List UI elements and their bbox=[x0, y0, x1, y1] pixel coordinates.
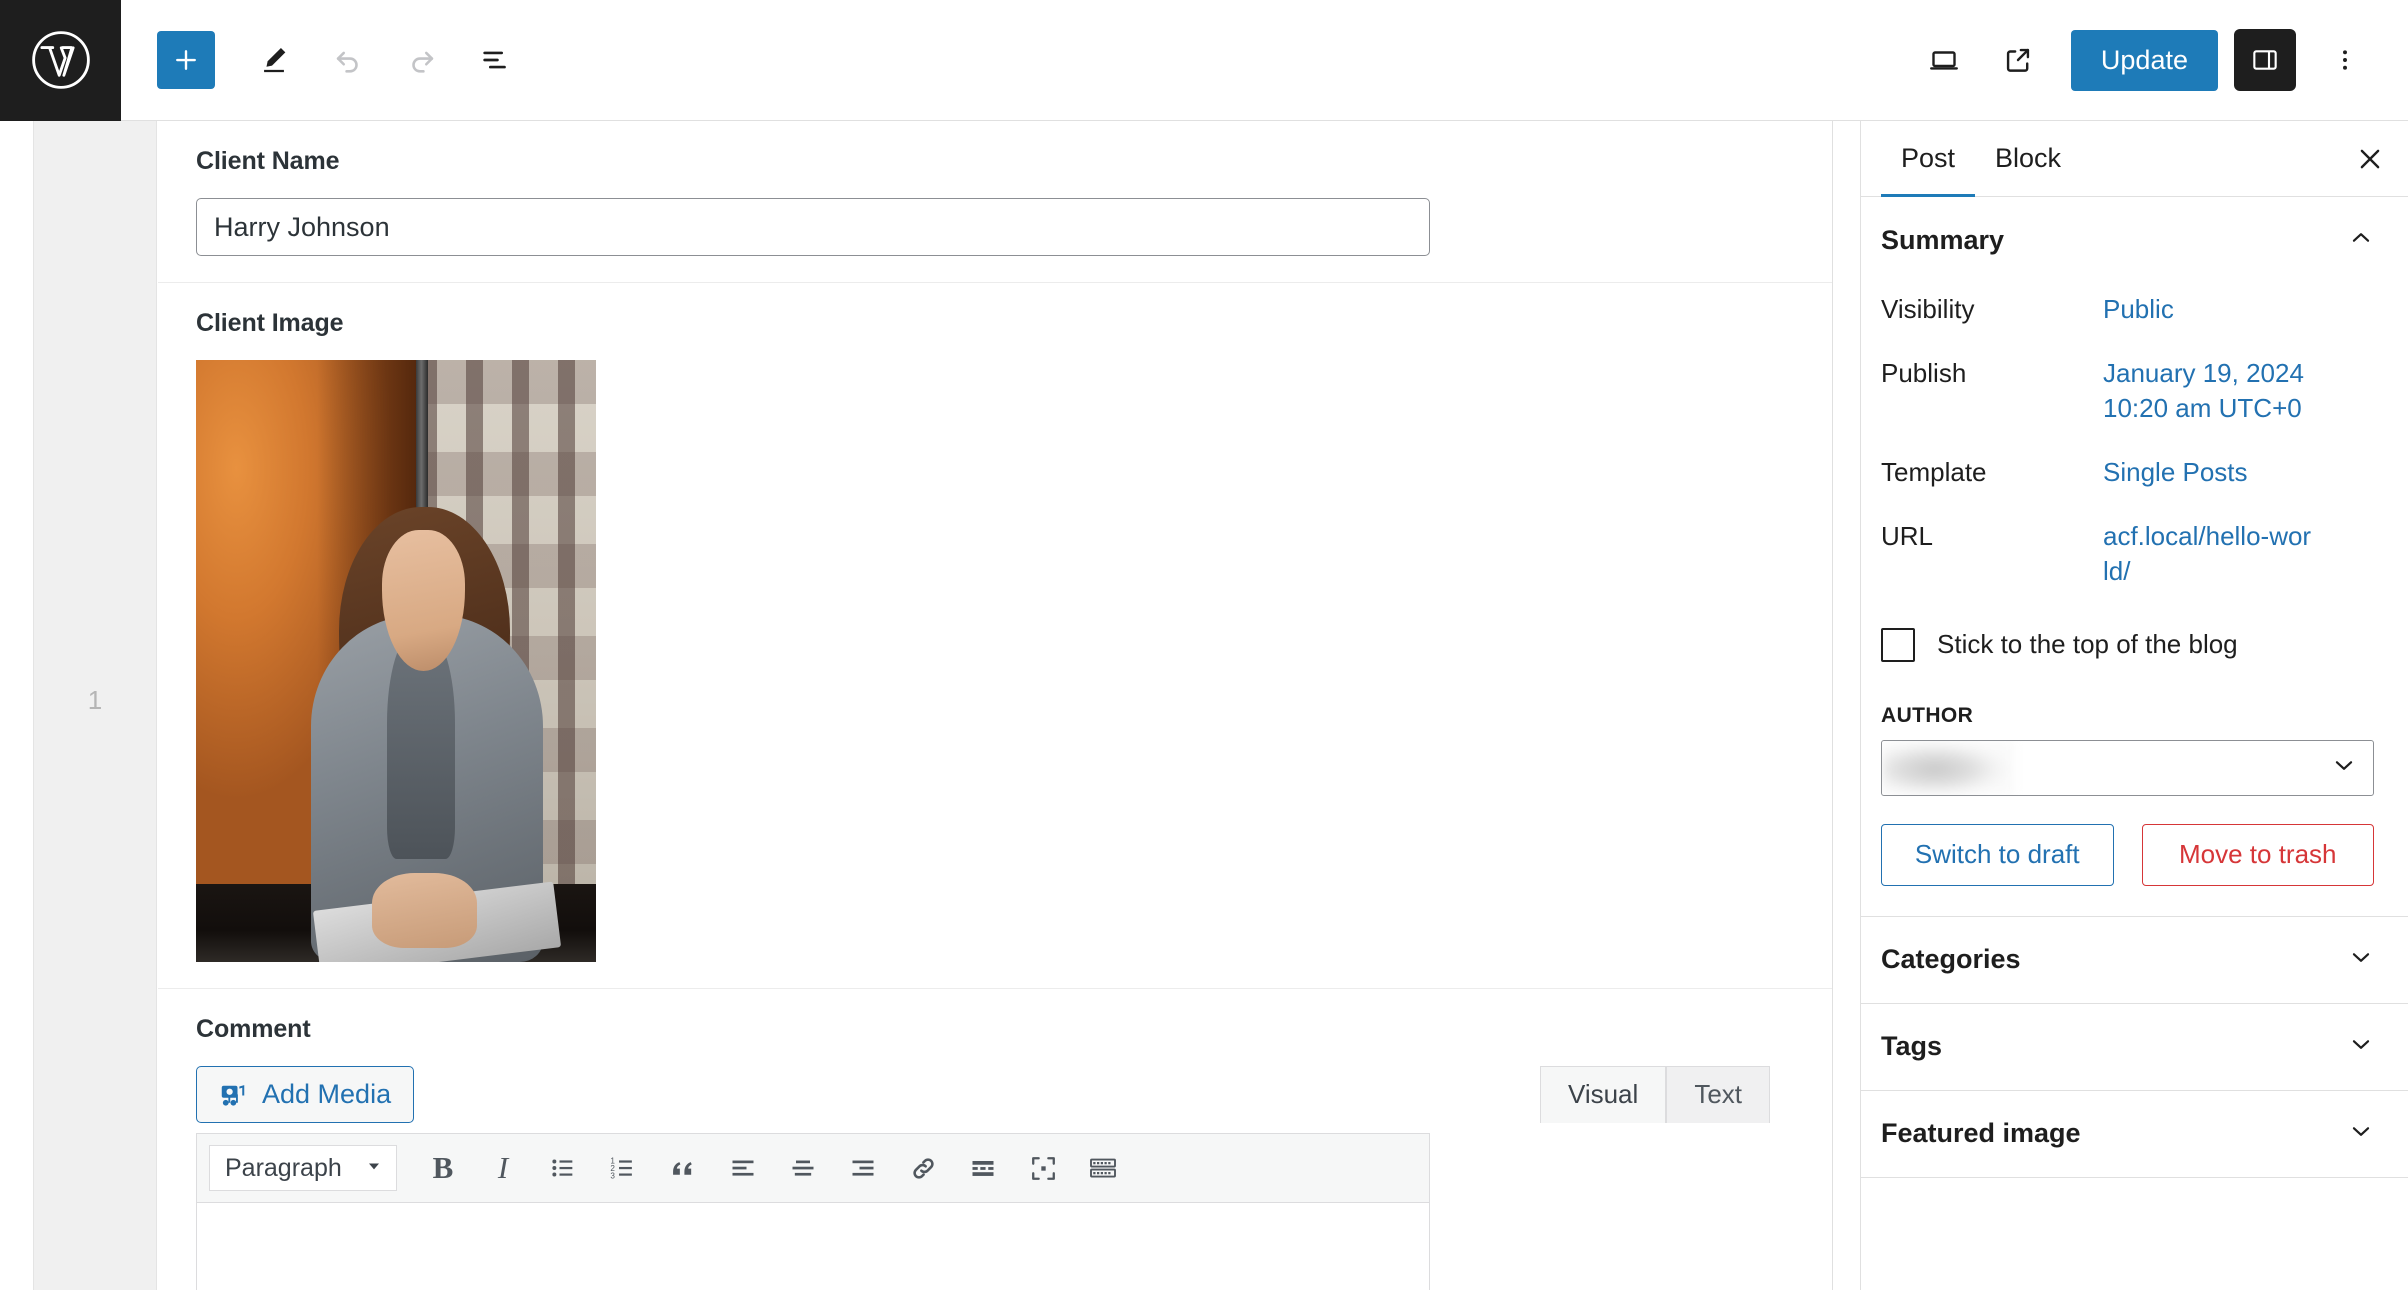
panel-summary-header[interactable]: Summary bbox=[1861, 197, 2408, 283]
add-media-button[interactable]: Add Media bbox=[196, 1066, 415, 1123]
panel-tags-title: Tags bbox=[1881, 1031, 1943, 1062]
template-value[interactable]: Single Posts bbox=[2103, 455, 2248, 490]
block-number: 1 bbox=[33, 121, 157, 1290]
chevron-down-icon bbox=[2331, 752, 2357, 783]
move-to-trash-button[interactable]: Move to trash bbox=[2141, 823, 2374, 886]
client-name-label: Client Name bbox=[196, 147, 340, 175]
visibility-label: Visibility bbox=[1881, 294, 1975, 324]
external-link-icon[interactable] bbox=[1981, 23, 2055, 97]
panel-categories: Categories bbox=[1861, 917, 2408, 1004]
blockquote-button[interactable] bbox=[655, 1143, 711, 1193]
visibility-value[interactable]: Public bbox=[2103, 292, 2174, 327]
bold-button[interactable]: B bbox=[415, 1143, 471, 1193]
tab-text[interactable]: Text bbox=[1666, 1065, 1770, 1123]
panel-tags-header[interactable]: Tags bbox=[1861, 1004, 2408, 1090]
insert-link-button[interactable] bbox=[895, 1143, 951, 1193]
desktop-preview-icon[interactable] bbox=[1907, 23, 1981, 97]
summary-row-url: URL acf.local/hello-world/ bbox=[1881, 510, 2374, 609]
top-bar-left-tools bbox=[121, 23, 533, 97]
author-select[interactable] bbox=[1881, 739, 2374, 796]
editor-canvas: 1 Client Name Client Image bbox=[0, 121, 1832, 1290]
panel-categories-header[interactable]: Categories bbox=[1861, 917, 2408, 1003]
url-value[interactable]: acf.local/hello-world/ bbox=[2103, 519, 2313, 589]
panel-tags: Tags bbox=[1861, 1004, 2408, 1091]
redo-arrow-icon[interactable] bbox=[385, 23, 459, 97]
italic-button[interactable]: I bbox=[475, 1143, 531, 1193]
post-action-buttons: Switch to draft Move to trash bbox=[1881, 823, 2374, 886]
chevron-down-icon bbox=[2348, 1031, 2374, 1062]
sidebar-tabs: Post Block bbox=[1861, 121, 2408, 197]
tools-pencil-icon[interactable] bbox=[237, 23, 311, 97]
keyboard-icon[interactable] bbox=[1075, 1143, 1131, 1193]
chevron-up-icon bbox=[2348, 225, 2374, 256]
post-settings-sidebar: Post Block Summary Visibility Public Pub… bbox=[1860, 121, 2408, 1290]
tab-visual[interactable]: Visual bbox=[1539, 1065, 1667, 1123]
tab-block[interactable]: Block bbox=[1975, 122, 2081, 197]
field-comment: Comment Add Media Visual Text Paragraph … bbox=[158, 989, 1832, 1290]
align-center-button[interactable] bbox=[775, 1143, 831, 1193]
add-block-button[interactable] bbox=[157, 31, 215, 89]
panel-featured-image-title: Featured image bbox=[1881, 1118, 2081, 1149]
sticky-post-row: Stick to the top of the blog bbox=[1881, 610, 2374, 676]
wordpress-block-editor: Update 1 Client Name Harry Johnson Clien… bbox=[0, 0, 2408, 1290]
align-right-button[interactable] bbox=[835, 1143, 891, 1193]
tab-post[interactable]: Post bbox=[1881, 122, 1976, 197]
editor-mode-tabs: Visual Text bbox=[1539, 1065, 1770, 1123]
three-dots-vertical-icon[interactable] bbox=[2308, 23, 2382, 97]
panel-summary-title: Summary bbox=[1881, 224, 2005, 255]
tinymce-toolbar: Paragraph B I 1 2 3 bbox=[197, 1134, 1429, 1202]
add-media-icon bbox=[219, 1080, 249, 1110]
top-bar-right-tools: Update bbox=[1907, 23, 2408, 97]
canvas-right-rail bbox=[1832, 121, 1860, 1290]
switch-to-draft-button[interactable]: Switch to draft bbox=[1881, 823, 2114, 886]
svg-text:3: 3 bbox=[610, 1171, 615, 1180]
comment-label: Comment bbox=[196, 1015, 311, 1043]
add-media-label: Add Media bbox=[262, 1079, 392, 1109]
block-number-label: 1 bbox=[87, 685, 103, 715]
template-label: Template bbox=[1881, 457, 1987, 488]
publish-label: Publish bbox=[1881, 358, 1967, 389]
client-image-thumbnail[interactable] bbox=[196, 360, 596, 962]
read-more-button[interactable] bbox=[955, 1143, 1011, 1193]
author-label: AUTHOR bbox=[1881, 703, 1974, 727]
panel-summary-body: Visibility Public Publish January 19, 20… bbox=[1861, 283, 2408, 916]
client-name-input[interactable] bbox=[196, 198, 1430, 256]
panel-summary: Summary Visibility Public Publish Januar… bbox=[1861, 197, 2408, 917]
wordpress-logo-icon[interactable] bbox=[0, 0, 121, 121]
field-client-name: Client Name bbox=[158, 121, 1832, 283]
acf-fields-column: Client Name Client Image bbox=[158, 121, 1832, 1290]
document-outline-icon[interactable] bbox=[459, 23, 533, 97]
editor-top-bar: Update bbox=[0, 0, 2408, 121]
summary-row-visibility: Visibility Public bbox=[1881, 283, 2374, 347]
bulleted-list-button[interactable] bbox=[535, 1143, 591, 1193]
close-x-icon[interactable] bbox=[2332, 121, 2408, 196]
sidebar-panel-icon[interactable] bbox=[2234, 29, 2296, 91]
sticky-label: Stick to the top of the blog bbox=[1937, 629, 2238, 660]
client-image-label: Client Image bbox=[196, 309, 344, 337]
format-select-value: Paragraph bbox=[225, 1153, 342, 1182]
align-left-button[interactable] bbox=[715, 1143, 771, 1193]
chevron-down-icon bbox=[2348, 1118, 2374, 1149]
sticky-checkbox[interactable] bbox=[1881, 627, 1915, 662]
summary-row-publish: Publish January 19, 2024 10:20 am UTC+0 bbox=[1881, 347, 2374, 446]
field-client-image: Client Image bbox=[158, 283, 1832, 989]
undo-arrow-icon[interactable] bbox=[311, 23, 385, 97]
numbered-list-button[interactable]: 1 2 3 bbox=[595, 1143, 651, 1193]
update-button[interactable]: Update bbox=[2070, 29, 2218, 91]
url-label: URL bbox=[1881, 521, 1934, 552]
comment-editor-body[interactable] bbox=[197, 1202, 1429, 1290]
author-value-redacted bbox=[1882, 740, 2014, 795]
format-select[interactable]: Paragraph bbox=[209, 1145, 397, 1191]
chevron-down-icon bbox=[364, 1154, 384, 1183]
tinymce-editor: Paragraph B I 1 2 3 bbox=[196, 1133, 1430, 1290]
panel-featured-image: Featured image bbox=[1861, 1091, 2408, 1178]
panel-categories-title: Categories bbox=[1881, 944, 2021, 975]
fullscreen-button[interactable] bbox=[1015, 1143, 1071, 1193]
summary-row-template: Template Single Posts bbox=[1881, 446, 2374, 510]
panel-featured-image-header[interactable]: Featured image bbox=[1861, 1091, 2408, 1177]
chevron-down-icon bbox=[2348, 944, 2374, 975]
photo-person bbox=[296, 492, 562, 962]
photo-hands bbox=[371, 872, 478, 948]
publish-value[interactable]: January 19, 2024 10:20 am UTC+0 bbox=[2103, 356, 2353, 426]
